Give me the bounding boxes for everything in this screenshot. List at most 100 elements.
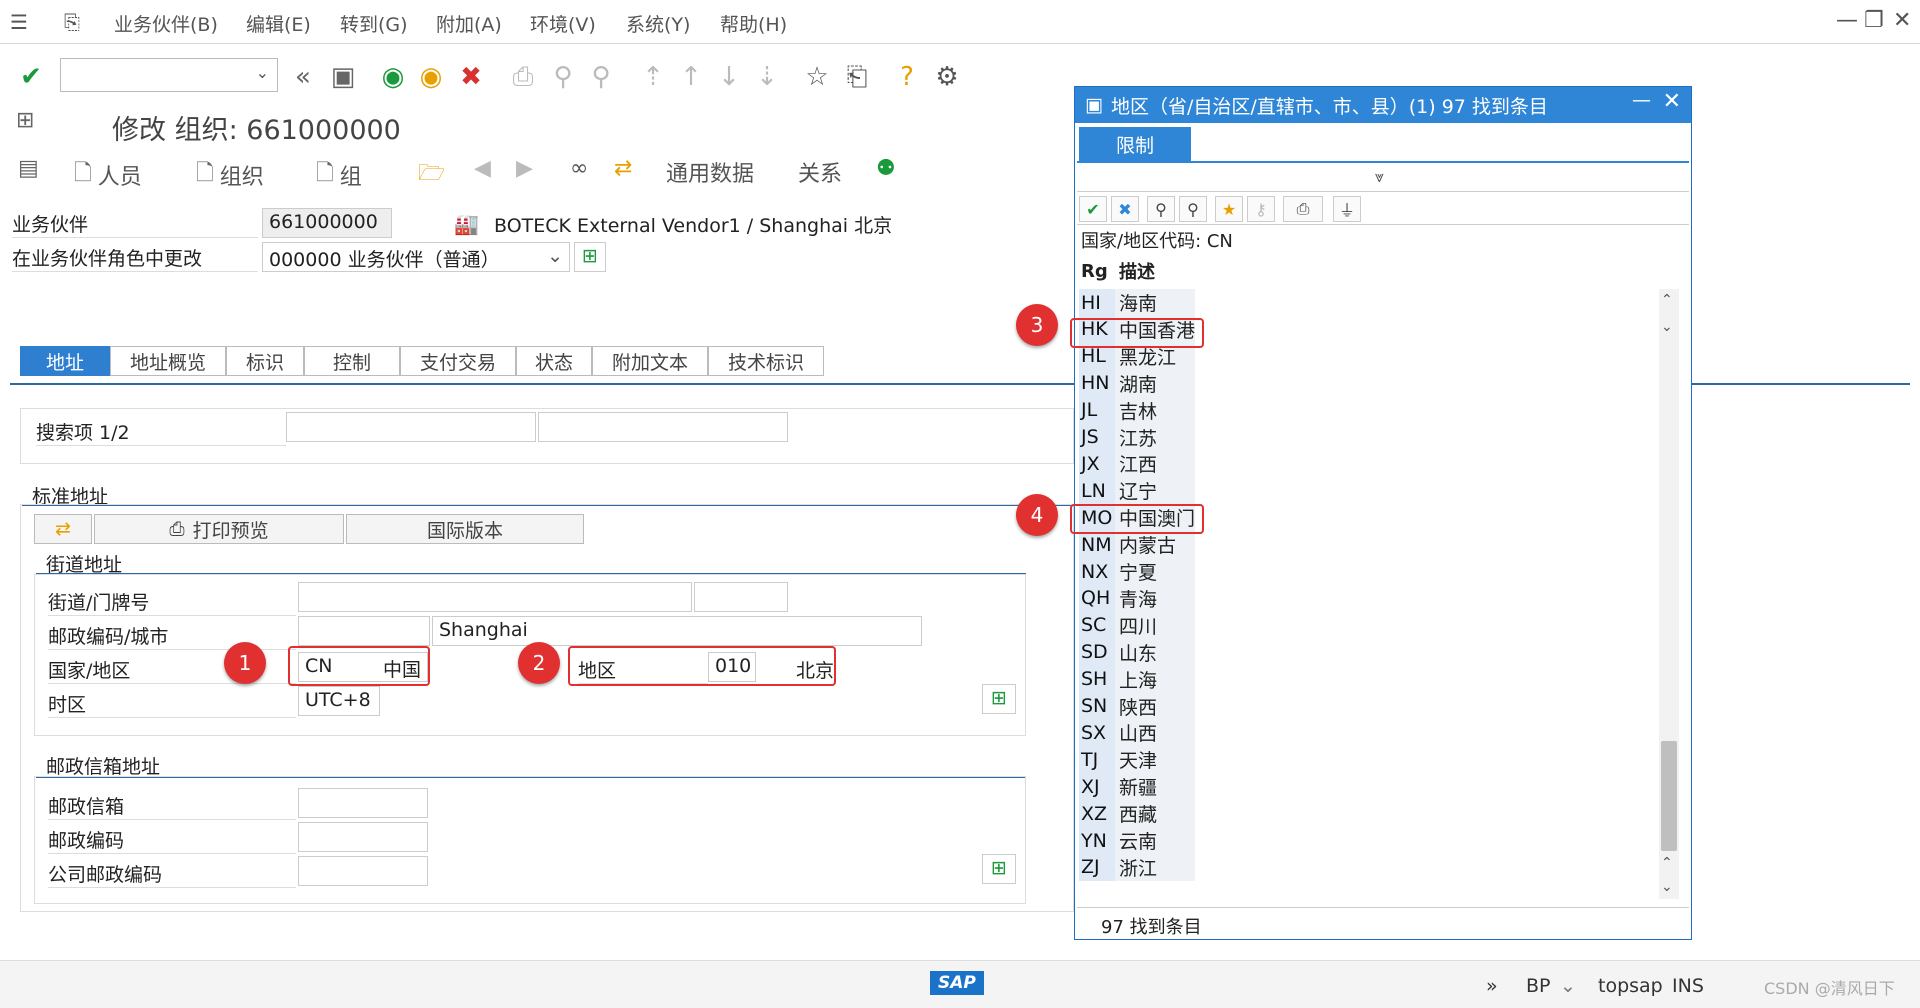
tab-additional-text[interactable]: 附加文本 (592, 346, 708, 376)
transaction-code[interactable]: BP (1526, 975, 1551, 997)
search-term-2-field[interactable] (538, 412, 788, 442)
pin-icon[interactable]: ⏚ (1333, 196, 1361, 222)
first-page-icon[interactable]: ⇡ (636, 60, 670, 94)
enter-icon[interactable]: ✔ (14, 60, 48, 94)
cancel-icon[interactable]: ✖ (1111, 196, 1139, 222)
find-next-icon[interactable]: ⚲ (1179, 196, 1207, 222)
back-icon[interactable]: ◉ (376, 60, 410, 94)
tab-restrictions[interactable]: 限制 (1079, 127, 1191, 161)
tab-control[interactable]: 控制 (304, 346, 400, 376)
print-preview-button[interactable]: ⎙ 打印预览 (94, 514, 344, 544)
exit-icon[interactable]: ◉ (414, 60, 448, 94)
list-item[interactable]: ZJ 浙江 (1079, 853, 1195, 881)
new-org-button[interactable]: 🗋 组织 (196, 156, 264, 194)
glasses-icon[interactable]: ∞ (570, 156, 588, 181)
street-field[interactable] (298, 582, 692, 612)
list-item[interactable]: XZ 西藏 (1079, 800, 1195, 828)
tab-technical-id[interactable]: 技术标识 (708, 346, 824, 376)
tab-address-overview[interactable]: 地址概览 (110, 346, 226, 376)
list-item[interactable]: XJ 新疆 (1079, 773, 1195, 801)
find-icon[interactable]: ⚲ (546, 60, 580, 94)
tab-identification[interactable]: 标识 (226, 346, 304, 376)
collapse-icon[interactable]: ⩔ (1375, 167, 1384, 187)
company-postal-field[interactable] (298, 856, 428, 886)
print-icon[interactable]: ⎙ (506, 60, 540, 94)
postal-code-field[interactable] (298, 616, 430, 646)
screen-icon[interactable]: ⊞ (16, 108, 34, 133)
new-person-button[interactable]: 🗋 人员 (74, 156, 142, 194)
insert-mode[interactable]: INS (1672, 975, 1704, 997)
list-item[interactable]: TJ 天津 (1079, 746, 1195, 774)
scroll-down-icon[interactable]: ⌄ (1661, 319, 1673, 335)
next-page-icon[interactable]: ↓ (712, 60, 746, 94)
city-field[interactable]: Shanghai (432, 616, 922, 646)
address-switch-button[interactable]: ⇄ (34, 514, 92, 544)
help-icon[interactable]: ? (890, 60, 924, 94)
prev-page-icon[interactable]: ↑ (674, 60, 708, 94)
role-detail-button[interactable]: ⊞ (574, 242, 606, 272)
pobox-postal-field[interactable] (298, 822, 428, 852)
command-field[interactable]: ⌄ (60, 58, 278, 92)
list-item[interactable]: HI 海南 (1079, 289, 1195, 316)
find-next-icon[interactable]: ⚲ (584, 60, 618, 94)
scroll-up-icon[interactable]: ⌃ (1661, 855, 1673, 871)
new-group-button[interactable]: 🗋 组 (316, 156, 362, 194)
scroll-down-icon[interactable]: ⌄ (1661, 879, 1673, 895)
close-icon[interactable]: ✕ (1663, 89, 1681, 114)
more-fields-button[interactable]: ⊞ (982, 684, 1016, 714)
cancel-icon[interactable]: ✖ (454, 60, 488, 94)
list-item[interactable]: SC 四川 (1079, 611, 1195, 639)
page-icon[interactable]: ⎘ (64, 10, 80, 34)
last-page-icon[interactable]: ⇣ (750, 60, 784, 94)
favorite-icon[interactable]: ★ (1215, 196, 1243, 222)
arrow-right-icon[interactable]: ▶ (516, 156, 533, 181)
house-number-field[interactable] (694, 582, 788, 612)
list-item[interactable]: JL 吉林 (1079, 396, 1195, 424)
check-icon[interactable]: ✔ (1079, 196, 1107, 222)
list-item[interactable]: NM 内蒙古 (1079, 531, 1195, 559)
list-item[interactable]: SH 上海 (1079, 665, 1195, 693)
new-session-icon[interactable]: ☆ (800, 60, 834, 94)
more-fields-button[interactable]: ⊞ (982, 854, 1016, 884)
list-item[interactable]: LN 辽宁 (1079, 477, 1195, 505)
menu-item-env[interactable]: 环境(V) (530, 10, 596, 37)
list-item[interactable]: HN 湖南 (1079, 369, 1195, 397)
intl-version-button[interactable]: 国际版本 (346, 514, 584, 544)
scroll-thumb[interactable] (1661, 741, 1677, 851)
tab-address[interactable]: 地址 (20, 346, 110, 376)
search-term-1-field[interactable] (286, 412, 536, 442)
expand-icon[interactable]: » (1486, 975, 1498, 997)
arrow-left-icon[interactable]: ◀ (474, 156, 491, 181)
col-code-header[interactable]: Rg (1079, 261, 1115, 282)
list-item[interactable]: JX 江西 (1079, 450, 1195, 478)
menu-item-goto[interactable]: 转到(G) (340, 10, 408, 37)
scroll-up-icon[interactable]: ⌃ (1661, 292, 1673, 308)
role-select[interactable]: 000000 业务伙伴（普通） ⌄ (262, 242, 570, 272)
list-item[interactable]: QH 青海 (1079, 584, 1195, 612)
shortcut-icon[interactable]: ⎗ (840, 60, 874, 94)
list-item[interactable]: YN 云南 (1079, 827, 1195, 854)
menu-item-system[interactable]: 系统(Y) (626, 10, 690, 37)
menu-item-bp[interactable]: 业务伙伴(B) (114, 10, 218, 37)
list-item[interactable]: NX 宁夏 (1079, 558, 1195, 585)
menu-item-help[interactable]: 帮助(H) (720, 10, 787, 37)
general-data-button[interactable]: 通用数据 (666, 156, 754, 188)
chevron-down-icon[interactable]: ⌄ (1560, 975, 1576, 997)
settings-icon[interactable]: ⚙ (930, 60, 964, 94)
menu-item-edit[interactable]: 编辑(E) (246, 10, 311, 37)
col-desc-header[interactable]: 描述 (1115, 258, 1155, 284)
save-icon[interactable]: ▣ (326, 60, 360, 94)
restore-icon[interactable]: ❐ (1864, 8, 1884, 33)
menu-item-extras[interactable]: 附加(A) (436, 10, 502, 37)
layout-icon[interactable]: ▤ (18, 156, 39, 181)
find-icon[interactable]: ⚲ (1147, 196, 1175, 222)
print-icon[interactable]: ⎙ (1283, 196, 1323, 222)
minimize-icon[interactable]: — (1836, 8, 1858, 33)
switch-icon[interactable]: ⇄ (614, 156, 632, 181)
timezone-field[interactable]: UTC+8 (298, 686, 380, 716)
bp-number-field[interactable]: 661000000 (262, 208, 392, 238)
list-item[interactable]: JS 江苏 (1079, 423, 1195, 451)
tab-payment[interactable]: 支付交易 (400, 346, 516, 376)
list-item[interactable]: SX 山西 (1079, 719, 1195, 747)
list-item[interactable]: SN 陕西 (1079, 692, 1195, 720)
